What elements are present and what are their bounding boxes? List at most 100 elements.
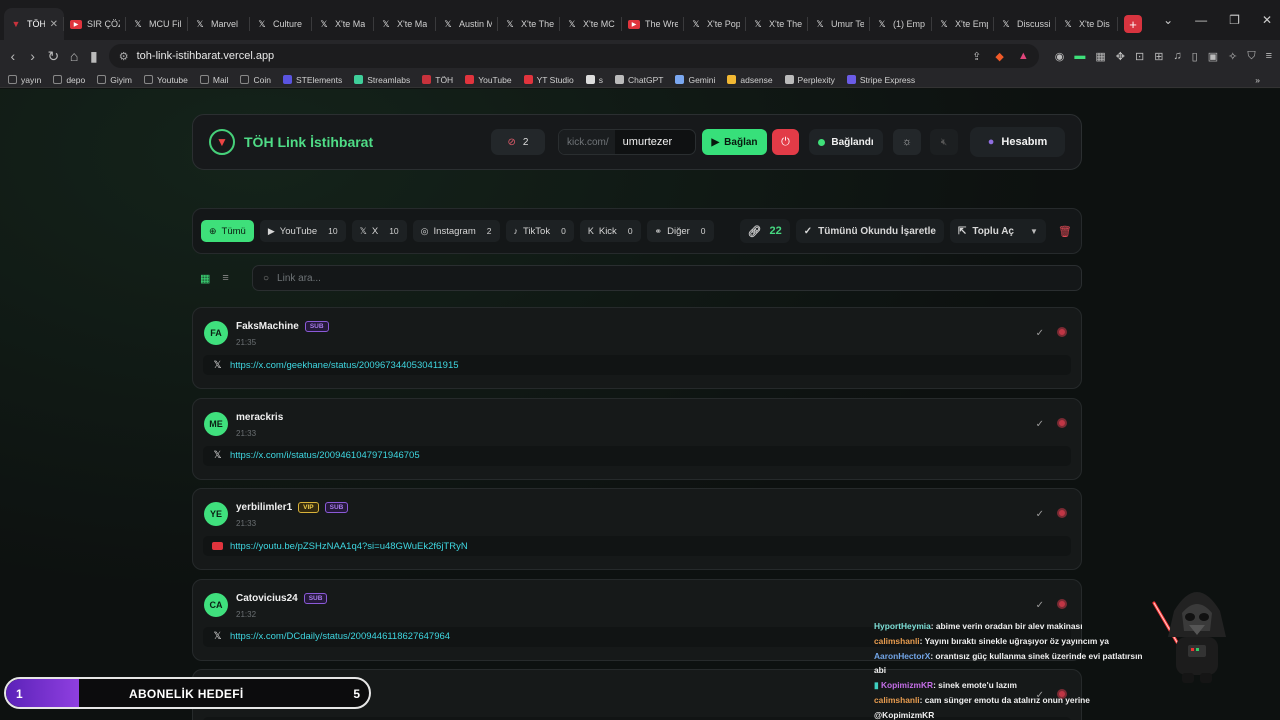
link-row[interactable]: 𝕏https://x.com/geekhane/status/200967344…	[203, 355, 1071, 375]
block-user-icon[interactable]	[1057, 417, 1067, 428]
browser-tab[interactable]: ▶ The Wre	[622, 8, 684, 40]
browser-tab[interactable]: 𝕏 X'te MC	[560, 8, 622, 40]
browser-tab[interactable]: ▶ SIR ÇÖZ	[64, 8, 126, 40]
forward-button[interactable]: ›	[28, 48, 38, 64]
mark-all-read-button[interactable]: ✓ Tümünü Okundu İşaretle	[795, 219, 944, 243]
bookmark-item[interactable]: ChatGPT	[615, 75, 663, 85]
media-icon[interactable]: ♫	[1173, 50, 1181, 63]
bookmark-item[interactable]: Perplexity	[784, 75, 835, 85]
brave-shield-icon[interactable]: ◆	[995, 50, 1003, 63]
bookmark-item[interactable]: Coin	[240, 75, 271, 85]
bookmark-item[interactable]: depo	[53, 75, 85, 85]
browser-tab[interactable]: 𝕏 Marvel	[188, 8, 250, 40]
browser-tab[interactable]: ▼ TÖH ✕	[4, 8, 64, 40]
link-url[interactable]: https://youtu.be/pZSHzNAA1q4?si=u48GWuEk…	[230, 541, 468, 552]
extension-icon[interactable]: ◉	[1055, 50, 1065, 63]
browser-tab[interactable]: 𝕏 MCU Fil	[126, 8, 188, 40]
tab-search-icon[interactable]: ⌄	[1163, 13, 1173, 27]
menu-icon[interactable]: ≡	[1266, 50, 1272, 63]
leo-ai-icon[interactable]: ✧	[1228, 50, 1237, 63]
bookmark-icon[interactable]: ▮	[89, 48, 99, 65]
theme-toggle-button[interactable]: ☼	[893, 129, 921, 155]
browser-tab[interactable]: 𝕏 X'te Ma	[312, 8, 374, 40]
back-button[interactable]: ‹	[8, 48, 18, 64]
more-bookmarks-icon[interactable]: »	[1255, 75, 1260, 85]
address-bar[interactable]: ⚙ toh-link-istihbarat.vercel.app ⇪ ◆ ▲	[108, 44, 1039, 68]
sound-toggle-button[interactable]: 🔇︎	[930, 129, 958, 155]
browser-tab[interactable]: 𝕏 X'te Ma	[374, 8, 436, 40]
link-row[interactable]: https://youtu.be/pZSHzNAA1q4?si=u48GWuEk…	[203, 536, 1071, 556]
browser-tab[interactable]: 𝕏 Umur Te	[808, 8, 870, 40]
browser-tab[interactable]: 𝕏 (1) Emp	[870, 8, 932, 40]
bookmark-item[interactable]: YT Studio	[523, 75, 574, 85]
account-button[interactable]: ● Hesabım	[970, 127, 1065, 157]
bookmark-item[interactable]: adsense	[727, 75, 773, 85]
bookmark-item[interactable]: Gemini	[675, 75, 715, 85]
mark-read-check-icon[interactable]: ✓	[1036, 328, 1044, 339]
extension-icon[interactable]: ⊡	[1135, 50, 1144, 63]
link-row[interactable]: 𝕏https://x.com/i/status/2009461047971946…	[203, 445, 1071, 466]
delete-all-button[interactable]: 🗑︎	[1058, 225, 1072, 238]
brave-rewards-icon[interactable]: ▲	[1018, 50, 1029, 63]
filter-chip-kick[interactable]: K Kick 0	[579, 220, 641, 242]
filter-chip-tümü[interactable]: ⊕ Tümü	[201, 220, 254, 242]
bulk-open-dropdown[interactable]: ⇱ Toplu Aç ▼	[949, 219, 1046, 243]
block-user-icon[interactable]	[1057, 598, 1067, 609]
new-tab-button[interactable]: +	[1124, 15, 1142, 33]
disconnect-button[interactable]: ⏻	[772, 129, 799, 155]
browser-tab[interactable]: 𝕏 X'te Dis	[1056, 8, 1118, 40]
filter-chip-tiktok[interactable]: ♪ TikTok 0	[505, 220, 574, 242]
connect-button[interactable]: ▶ Bağlan	[702, 129, 767, 155]
bookmark-item[interactable]: YouTube	[465, 75, 512, 85]
vpn-icon[interactable]: ⛉	[1247, 50, 1255, 63]
link-url[interactable]: https://x.com/i/status/20094610479719467…	[230, 450, 420, 461]
filter-chip-youtube[interactable]: ▶ YouTube 10	[259, 220, 346, 242]
extensions-puzzle-icon[interactable]: ✥	[1116, 50, 1125, 63]
filter-chip-instagram[interactable]: ◎ Instagram 2	[412, 220, 500, 242]
minimize-button[interactable]: —	[1195, 13, 1207, 27]
grid-view-icon[interactable]: ▦	[200, 272, 210, 285]
mark-read-check-icon[interactable]: ✓	[1036, 509, 1044, 520]
channel-input[interactable]	[614, 136, 695, 148]
browser-tab[interactable]: 𝕏 X'te The	[746, 8, 808, 40]
block-user-icon[interactable]	[1057, 327, 1067, 337]
site-info-icon[interactable]: ⚙	[119, 50, 129, 63]
browser-tab[interactable]: 𝕏 Austin M	[436, 8, 498, 40]
sidebar-icon[interactable]: ▯	[1192, 50, 1198, 63]
list-view-icon[interactable]: ≡	[222, 272, 228, 284]
tab-list: ▼ TÖH ✕ ▶ SIR ÇÖZ 𝕏 MCU Fil 𝕏 Marvel 𝕏 Culture 𝕏 X't…	[4, 0, 1118, 40]
maximize-button[interactable]: ❐	[1229, 13, 1240, 27]
browser-tab[interactable]: 𝕏 X'te Pop	[684, 8, 746, 40]
mark-read-check-icon[interactable]: ✓	[1036, 419, 1044, 430]
link-url[interactable]: https://x.com/DCdaily/status/20094461186…	[230, 631, 450, 642]
search-input[interactable]	[277, 272, 1081, 284]
close-tab-icon[interactable]: ✕	[50, 19, 58, 30]
browser-tab[interactable]: 𝕏 X'te Emp	[932, 8, 994, 40]
browser-tab[interactable]: 𝕏 X'te The	[498, 8, 560, 40]
link-url[interactable]: https://x.com/geekhane/status/2009673440…	[230, 360, 459, 371]
mark-read-check-icon[interactable]: ✓	[1036, 600, 1044, 611]
close-window-button[interactable]: ✕	[1262, 13, 1272, 27]
bookmark-item[interactable]: Mail	[199, 75, 228, 85]
bookmark-item[interactable]: yayın	[8, 75, 41, 85]
bookmark-item[interactable]: Youtube	[143, 75, 188, 85]
share-icon[interactable]: ⇪	[972, 50, 981, 63]
reload-button[interactable]: ↻	[48, 48, 60, 65]
filter-chip-x[interactable]: 𝕏 X 10	[351, 220, 407, 242]
block-user-icon[interactable]	[1057, 508, 1067, 518]
bookmark-item[interactable]: STElements	[282, 75, 342, 85]
wallet-icon[interactable]: ▣	[1208, 50, 1218, 63]
extension-icon[interactable]: ▦	[1095, 50, 1105, 63]
extension-icon[interactable]: ⊞	[1154, 50, 1163, 63]
ban-count-pill[interactable]: ⊘ 2	[491, 129, 545, 155]
filter-chip-diğer[interactable]: ⚭ Diğer 0	[646, 220, 714, 242]
bookmark-item[interactable]: s	[585, 75, 603, 85]
bookmark-item[interactable]: Streamlabs	[354, 75, 410, 85]
bookmark-item[interactable]: TÖH	[422, 75, 453, 85]
home-button[interactable]: ⌂	[69, 48, 79, 64]
browser-tab[interactable]: 𝕏 Discussi	[994, 8, 1056, 40]
bookmark-item[interactable]: Giyim	[97, 75, 132, 85]
extension-icon[interactable]: ▬	[1074, 50, 1085, 63]
bookmark-item[interactable]: Stripe Express	[846, 75, 915, 85]
browser-tab[interactable]: 𝕏 Culture	[250, 8, 312, 40]
